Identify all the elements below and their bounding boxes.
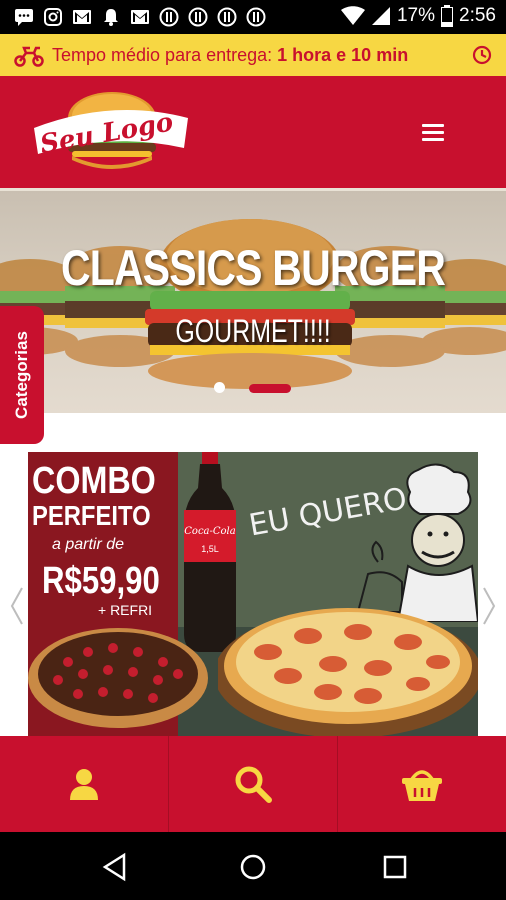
signal-icon xyxy=(371,7,390,25)
hero-carousel[interactable]: CLASSICS BURGER GOURMET!!!! xyxy=(0,191,506,413)
user-icon xyxy=(70,769,98,800)
home-icon[interactable] xyxy=(238,852,268,882)
burgers-image xyxy=(0,219,506,389)
gmail-icon xyxy=(72,7,92,27)
whatsapp-icon xyxy=(188,7,208,27)
chocolate-pizza-image xyxy=(28,628,208,728)
battery-icon xyxy=(441,5,454,27)
bottle-brand: Coca-Cola xyxy=(184,526,235,537)
hero-title: CLASSICS BURGER xyxy=(60,240,446,296)
notification-icons xyxy=(14,7,266,27)
battery-percent: 17% xyxy=(396,5,436,26)
previous-arrow-icon[interactable] xyxy=(8,586,26,626)
whatsapp-icon xyxy=(246,7,266,27)
clock-time: 2:56 xyxy=(459,5,496,26)
delivery-time-text: Tempo médio para entrega: 1 hora e 10 mi… xyxy=(52,45,408,66)
bottom-navigation xyxy=(0,736,506,832)
hero-subtitle: GOURMET!!!! xyxy=(175,313,331,349)
clock-icon xyxy=(472,45,492,65)
site-header: Seu Logo xyxy=(0,76,506,191)
menu-line xyxy=(422,124,444,127)
promo-title-line1: COMBO xyxy=(32,460,156,502)
bottle-size: 1,5L xyxy=(201,544,219,554)
search-button[interactable] xyxy=(169,736,338,832)
wifi-icon xyxy=(340,6,365,25)
instagram-icon xyxy=(43,7,63,27)
gmail-icon xyxy=(130,7,150,27)
message-icon xyxy=(14,7,34,27)
delivery-time-banner: Tempo médio para entrega: 1 hora e 10 mi… xyxy=(0,34,506,76)
delivery-label: Tempo médio para entrega: xyxy=(52,45,278,65)
promo-extra: + REFRI xyxy=(98,602,153,618)
promo-from-label: a partir de xyxy=(52,536,125,553)
recent-apps-icon[interactable] xyxy=(380,852,410,882)
carousel-dot-1[interactable] xyxy=(214,382,225,393)
brand-logo[interactable]: Seu Logo xyxy=(34,88,188,176)
next-arrow-icon[interactable] xyxy=(480,586,498,626)
hamburger-menu-button[interactable] xyxy=(418,124,448,146)
system-status: 17% 2:56 xyxy=(340,5,496,27)
delivery-value: 1 hora e 10 min xyxy=(277,45,409,65)
shopping-basket-icon xyxy=(402,770,442,801)
back-icon[interactable] xyxy=(100,852,130,882)
pepperoni-pizza-image xyxy=(218,608,478,736)
promo-banner[interactable]: COMBO PERFEITO a partir de R$59,90 + REF… xyxy=(28,452,478,736)
categories-label: Categorias xyxy=(12,331,31,419)
system-navigation-bar xyxy=(0,832,506,900)
menu-line xyxy=(422,131,444,134)
account-button[interactable] xyxy=(0,736,169,832)
carousel-dot-2[interactable] xyxy=(249,384,291,393)
motorcycle-icon xyxy=(14,46,44,67)
menu-line xyxy=(422,138,444,141)
whatsapp-icon xyxy=(159,7,179,27)
promo-price: R$59,90 xyxy=(42,560,160,602)
promo-title-line2: PERFEITO xyxy=(32,500,151,531)
whatsapp-icon xyxy=(217,7,237,27)
status-bar: 17% 2:56 xyxy=(0,0,506,34)
cart-button[interactable] xyxy=(338,736,506,832)
notification-bell-icon xyxy=(101,7,121,27)
categories-tab[interactable]: Categorias xyxy=(0,306,44,444)
search-icon xyxy=(235,766,272,803)
